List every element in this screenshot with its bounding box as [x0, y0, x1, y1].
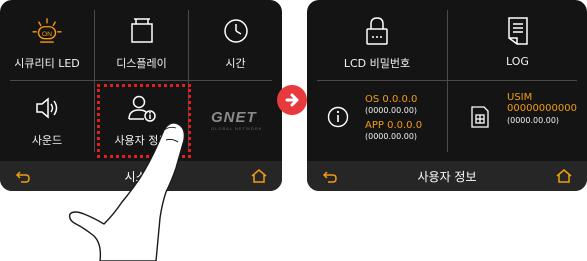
os-date: (0000.00.00) — [365, 106, 418, 115]
usim-info-panel: USIM 00000000000 (0000.00.00) — [448, 81, 587, 153]
tile-log[interactable]: LOG — [448, 0, 587, 80]
home-icon[interactable] — [555, 167, 573, 185]
tile-lcd-password[interactable]: LCD 비밀번호 — [307, 0, 447, 80]
back-icon[interactable] — [321, 167, 339, 185]
security-led-icon: ON — [30, 14, 64, 48]
lock-icon — [360, 14, 394, 48]
tile-label: 디스플레이 — [116, 57, 167, 70]
finger-pointer-illustration — [68, 122, 186, 261]
tile-time[interactable]: 시간 — [189, 0, 282, 80]
info-icon — [327, 106, 349, 132]
usim-date: (0000.00.00) — [507, 116, 560, 125]
user-info-screen: LCD 비밀번호 LOG OS 0.0.0.0 (0000.00.00) APP… — [307, 0, 587, 191]
back-icon[interactable] — [14, 167, 32, 185]
app-version: APP 0.0.0.0 — [365, 120, 423, 131]
clock-icon — [219, 14, 253, 48]
os-version: OS 0.0.0.0 — [365, 94, 418, 105]
usim-label: USIM — [507, 92, 533, 103]
tile-display[interactable]: 디스플레이 — [95, 0, 188, 80]
tile-security-led[interactable]: ON 시큐리티 LED — [0, 0, 94, 80]
sim-card-icon — [470, 105, 490, 133]
bottom-bar: 사용자 정보 — [307, 161, 587, 191]
version-info-panel: OS 0.0.0.0 (0000.00.00) APP 0.0.0.0 (000… — [307, 81, 447, 153]
home-icon[interactable] — [250, 167, 268, 185]
app-date: (0000.00.00) — [365, 132, 418, 141]
tile-label: LCD 비밀번호 — [343, 57, 411, 70]
log-document-icon — [501, 14, 535, 48]
tile-label: 시큐리티 LED — [14, 57, 80, 70]
usim-number: 00000000000 — [507, 103, 577, 114]
speaker-icon — [30, 91, 64, 125]
display-icon — [125, 14, 159, 48]
tile-label: 사운드 — [31, 134, 63, 147]
screen-title: 사용자 정보 — [417, 169, 477, 184]
led-on-text: ON — [42, 31, 52, 38]
arrow-right-icon — [277, 85, 307, 115]
tile-label: LOG — [506, 55, 529, 68]
tile-label: 시간 — [225, 57, 246, 70]
